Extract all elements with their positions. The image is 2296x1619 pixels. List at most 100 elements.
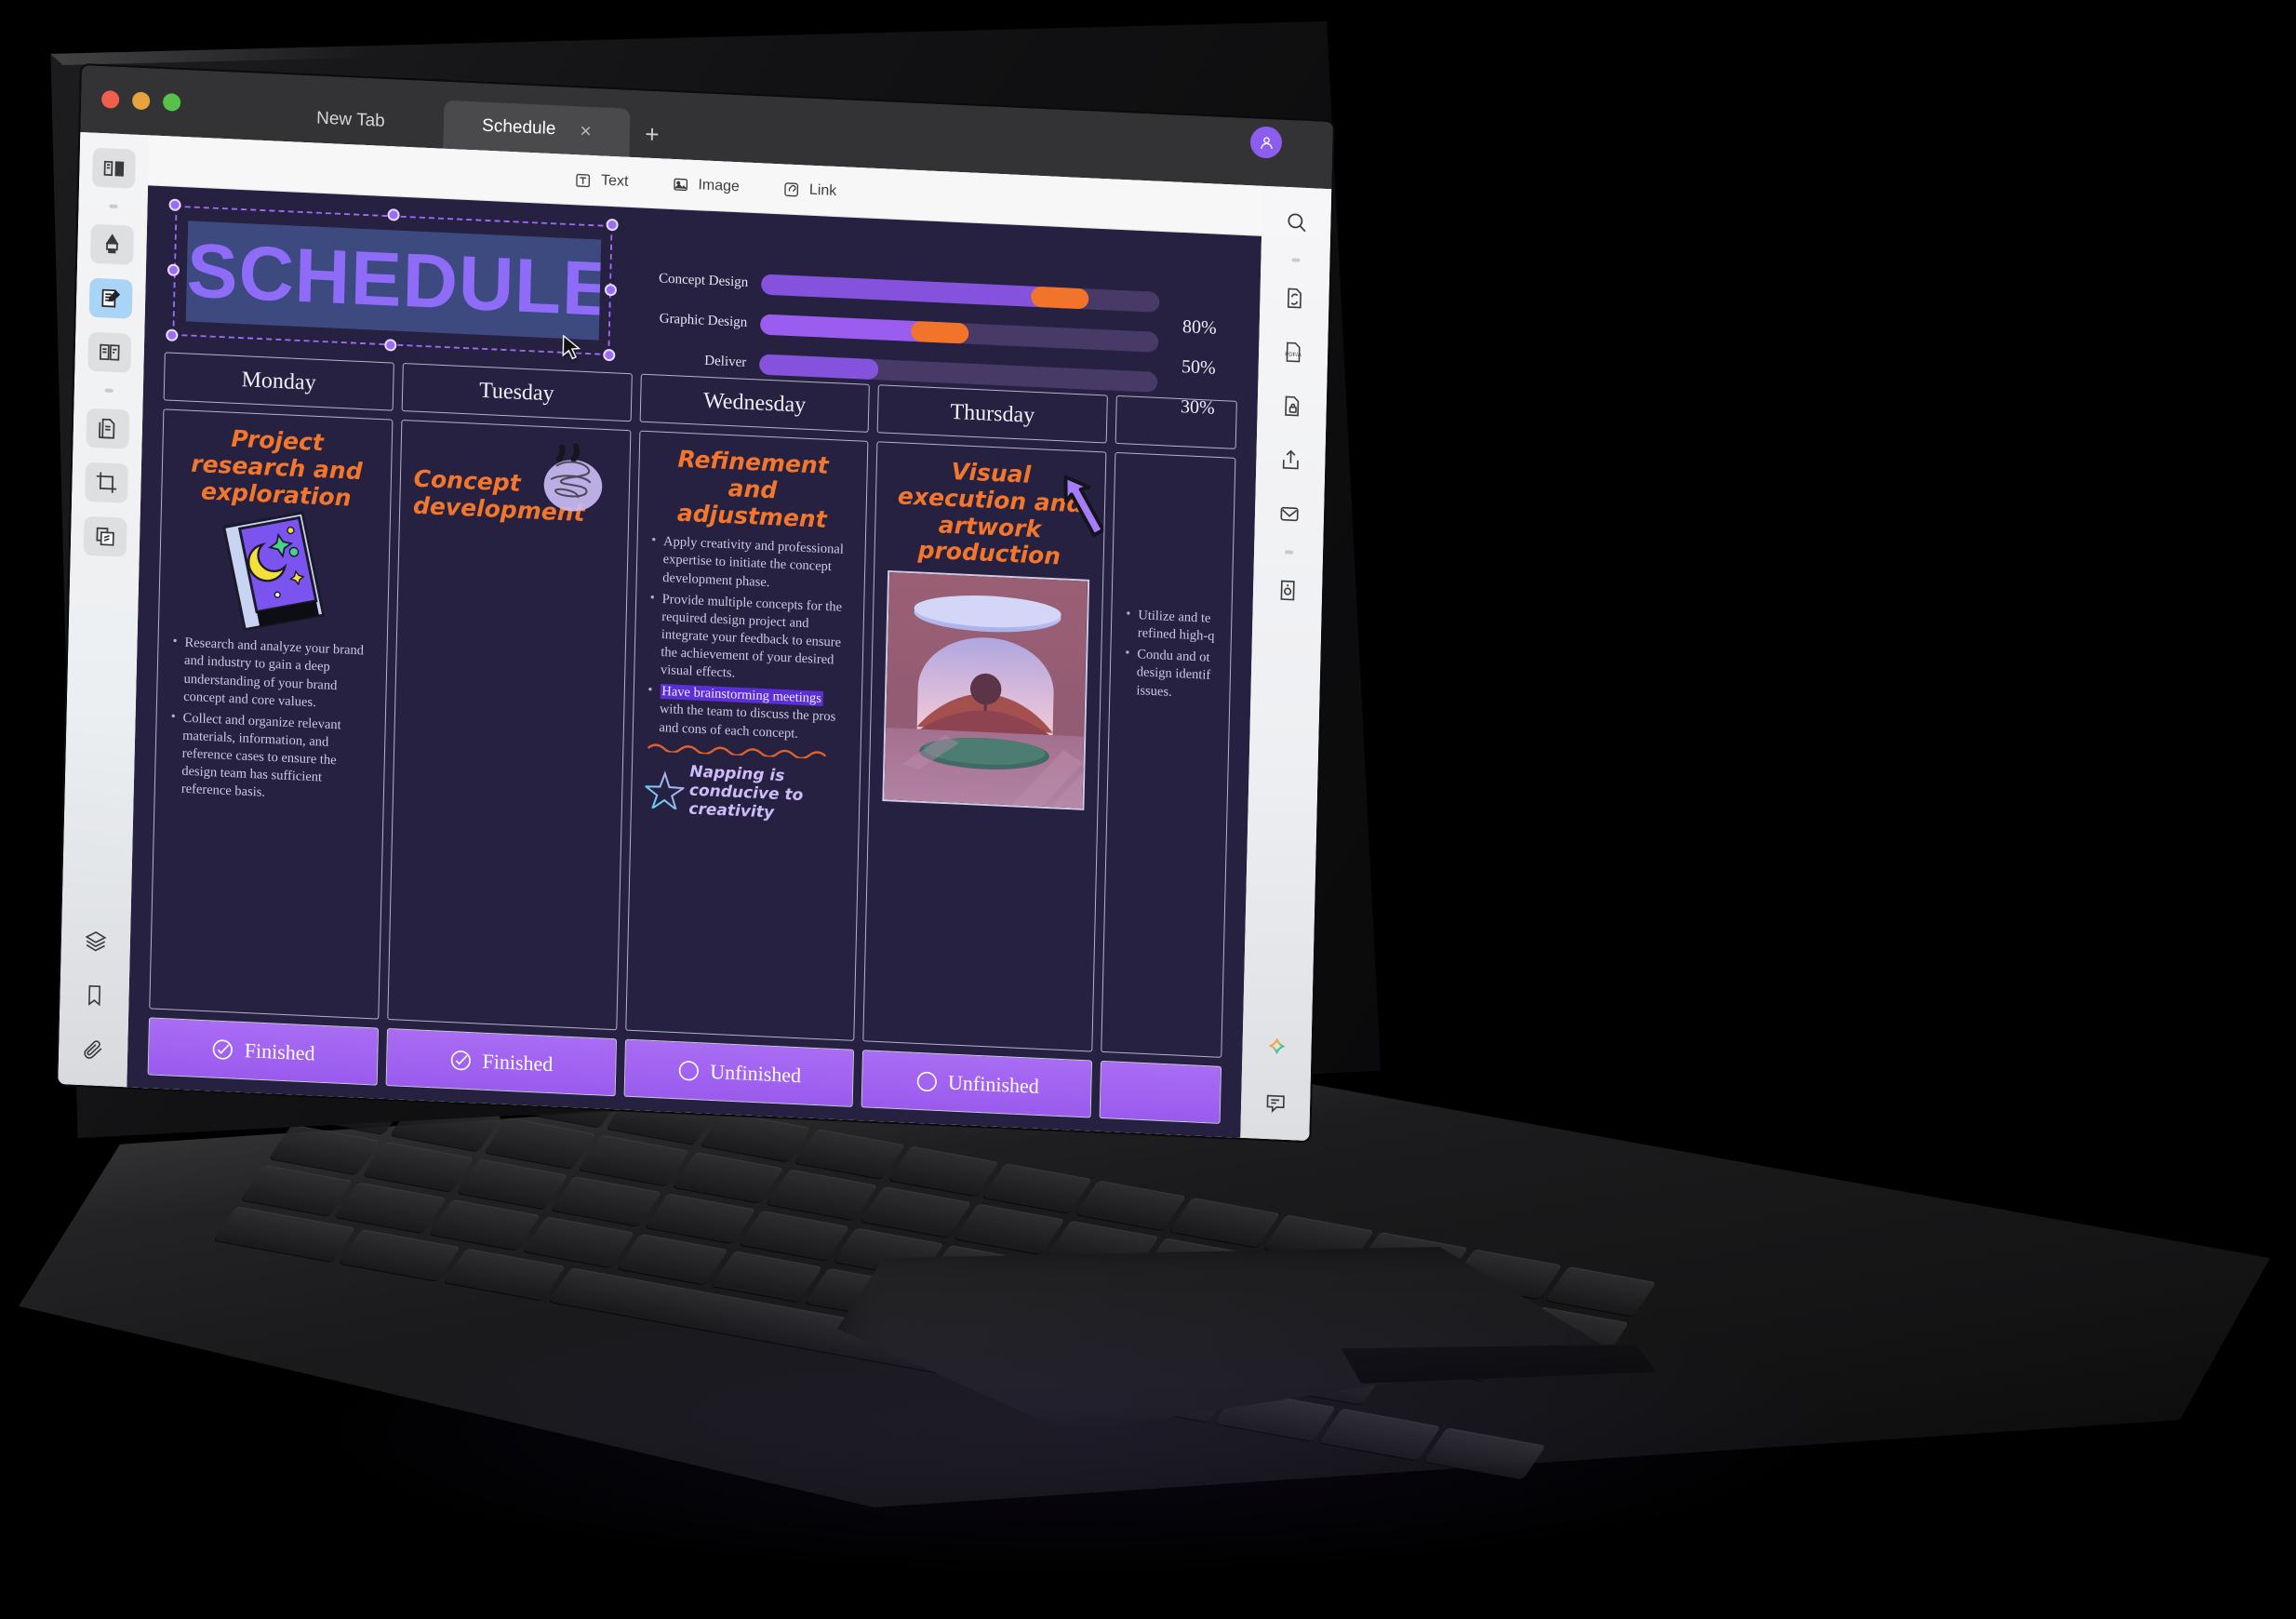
keyboard-key[interactable] (860, 1186, 971, 1238)
sidebar-item-layers[interactable] (73, 921, 117, 962)
sidebar-item-book-reader[interactable] (91, 147, 136, 189)
day-card[interactable]: Refinement and adjustment Apply creativi… (624, 430, 869, 1041)
toolbar-item-link[interactable]: Link (782, 180, 837, 201)
keyboard-key[interactable] (429, 1199, 541, 1251)
status-label: Unfinished (710, 1059, 802, 1088)
new-tab-button[interactable]: + (629, 109, 674, 159)
keyboard-key[interactable] (362, 1141, 474, 1192)
sidebar-item-document-rotate[interactable] (1273, 277, 1316, 318)
sidebar-item-bookmark[interactable] (73, 975, 116, 1016)
schedule-slide: SCHEDULE Concept Design 80% Graphic Desi… (127, 185, 1262, 1138)
document-lock-icon (1285, 395, 1300, 417)
tab-new-tab[interactable]: New Tab (257, 92, 444, 149)
status-badge-wednesday[interactable]: Unfinished (623, 1038, 855, 1107)
document-rotate-icon (1287, 288, 1302, 309)
keyboard-key[interactable] (523, 1216, 634, 1267)
book-reader-icon (103, 160, 125, 177)
progress-row: Graphic Design 50% (637, 307, 1217, 379)
sidebar-item-note-edit[interactable] (88, 277, 133, 319)
minimize-window-button[interactable] (131, 91, 151, 111)
keyboard-key[interactable] (738, 1210, 850, 1261)
toolbar-item-image[interactable]: Image (671, 174, 740, 195)
surreal-landscape-illustration (882, 569, 1090, 810)
status-badge-partial[interactable] (1099, 1060, 1222, 1124)
window-controls[interactable] (100, 90, 181, 112)
maximize-window-button[interactable] (162, 93, 181, 112)
sidebar-item-pdfa[interactable]: PDF/A (1272, 331, 1315, 372)
sidebar-item-stack-pages[interactable] (83, 515, 127, 557)
keyboard-key[interactable] (954, 1203, 1065, 1255)
day-card[interactable]: Project research and exploration • Resea… (149, 408, 394, 1020)
keyboard-key[interactable] (241, 1165, 353, 1216)
sidebar-item-mail[interactable] (1268, 493, 1312, 534)
toolbar-item-label: Image (698, 176, 741, 194)
progress-knob[interactable] (910, 320, 969, 344)
share-upload-icon (1282, 449, 1299, 470)
toolbar-item-text[interactable]: Text (574, 170, 629, 192)
empty-circle-icon (678, 1061, 699, 1081)
progress-track[interactable] (758, 353, 1158, 393)
list-item: Apply creativity and professional expert… (649, 533, 852, 595)
keyboard-key[interactable] (456, 1158, 568, 1210)
toolbar-item-label: Link (808, 181, 837, 199)
day-card[interactable]: Concept development (387, 420, 631, 1031)
day-card[interactable]: Visual execution and artwork production (862, 441, 1107, 1052)
progress-label: Deliver (704, 353, 747, 370)
progress-track[interactable] (759, 313, 1159, 353)
status-badge-tuesday[interactable]: Finished (385, 1028, 617, 1097)
keyboard-key[interactable] (335, 1182, 447, 1233)
app-body: Text Image Link SCHEDULE Concept Design … (58, 132, 1332, 1142)
keyboard-key[interactable] (644, 1193, 756, 1244)
sidebar-item-document-settings[interactable] (1266, 569, 1310, 610)
progress-percent: 30% (1180, 396, 1215, 419)
gradient-star-icon (644, 770, 685, 810)
resize-handle-bottom-left[interactable] (166, 328, 179, 342)
sidebar-item-document-lock[interactable] (1270, 385, 1314, 426)
progress-knob[interactable] (1031, 286, 1089, 309)
resize-handle-bottom-right[interactable] (603, 348, 616, 362)
layers-icon (85, 931, 107, 952)
status-badge-thursday[interactable]: Unfinished (861, 1050, 1093, 1118)
sidebar-item-ai-assistant[interactable] (1255, 1028, 1299, 1069)
resize-handle-top-right[interactable] (606, 218, 619, 232)
page-title[interactable]: SCHEDULE (185, 221, 602, 341)
sidebar-item-open-book[interactable] (87, 331, 132, 373)
progress-track[interactable] (761, 273, 1160, 313)
scribble-swirl-sticker (543, 443, 602, 512)
sidebar-item-attachment[interactable] (72, 1029, 115, 1070)
keyboard-key[interactable] (766, 1169, 877, 1221)
week-grid: Monday Project research and exploration (147, 352, 1237, 1124)
sidebar-item-crop[interactable] (85, 462, 128, 503)
day-column-thursday: Thursday Visual execution and artwork pr… (861, 384, 1108, 1118)
keyboard-key[interactable] (550, 1175, 662, 1226)
card-heading: Project research and exploration (191, 424, 363, 512)
keyboard-key[interactable] (672, 1152, 784, 1203)
document-settings-icon (1280, 580, 1295, 601)
sidebar-item-share[interactable] (1269, 439, 1313, 480)
keyboard-key[interactable] (578, 1134, 690, 1186)
empty-circle-icon (916, 1071, 937, 1092)
card-bullet-list: Research and analyze your brand and indu… (168, 634, 374, 807)
resize-handle-bottom-center[interactable] (384, 339, 397, 352)
keyboard-key[interactable] (1423, 1426, 1546, 1480)
sidebar-item-highlighter[interactable] (90, 223, 135, 265)
sidebar-item-comment[interactable] (1254, 1082, 1298, 1123)
close-window-button[interactable] (100, 90, 120, 109)
day-card[interactable]: Utilize and te refined high-q Condu and … (1101, 451, 1236, 1058)
laptop-lid: New Tab Schedule × + Text Image Link SCH… (37, 17, 1386, 1143)
moon-book-sticker (222, 511, 326, 632)
check-circle-icon (213, 1039, 234, 1060)
toolbar-item-label: Text (600, 171, 629, 190)
sidebar-item-search[interactable] (1275, 201, 1318, 242)
keyboard-key[interactable] (711, 1251, 822, 1302)
sidebar-item-documents[interactable] (86, 408, 130, 449)
title-selection-frame[interactable]: SCHEDULE (166, 198, 619, 362)
list-item: Provide multiple concepts for the requir… (647, 590, 851, 688)
status-badge-monday[interactable]: Finished (147, 1017, 379, 1086)
avatar[interactable] (1250, 127, 1282, 158)
resize-handle-middle-right[interactable] (604, 283, 618, 297)
close-icon[interactable]: × (580, 120, 592, 142)
tab-schedule[interactable]: Schedule × (443, 100, 631, 157)
keyboard-key[interactable] (617, 1233, 728, 1285)
